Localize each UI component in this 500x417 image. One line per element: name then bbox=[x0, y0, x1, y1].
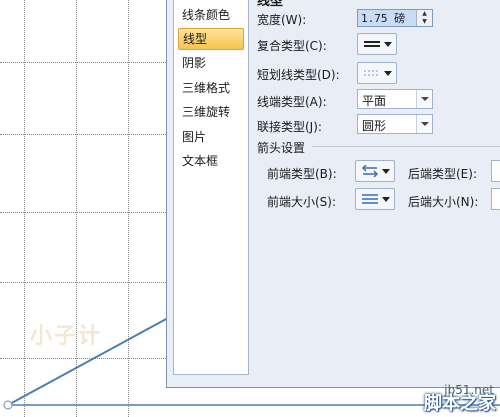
width-spinner[interactable]: ▲ ▼ bbox=[357, 9, 433, 27]
category-nav: 线条颜色 线型 阴影 三维格式 三维旋转 图片 文本框 bbox=[173, 0, 249, 375]
join-type-value: 圆形 bbox=[362, 119, 387, 133]
chevron-down-icon bbox=[384, 71, 392, 76]
begin-type-dropdown[interactable] bbox=[355, 160, 395, 182]
nav-item-picture[interactable]: 图片 bbox=[178, 126, 244, 148]
nav-item-line-style[interactable]: 线型 bbox=[178, 28, 244, 50]
nav-item-3d-rotation[interactable]: 三维旋转 bbox=[178, 101, 244, 123]
dash-line-icon bbox=[364, 70, 380, 76]
nav-item-line-color[interactable]: 线条颜色 bbox=[178, 4, 244, 26]
end-type-dropdown[interactable] bbox=[491, 160, 500, 182]
width-input[interactable] bbox=[358, 10, 416, 26]
chevron-down-icon[interactable] bbox=[416, 115, 432, 133]
dash-type-dropdown[interactable] bbox=[357, 62, 397, 84]
arrow-type-icon bbox=[361, 165, 379, 177]
nav-item-shadow[interactable]: 阴影 bbox=[178, 52, 244, 74]
chevron-down-icon bbox=[384, 42, 392, 47]
section-title: 线型 bbox=[257, 0, 284, 9]
join-type-label: 联接类型(J): bbox=[257, 120, 322, 134]
nav-item-text-box[interactable]: 文本框 bbox=[178, 150, 244, 172]
arrow-size-icon bbox=[362, 194, 378, 204]
spin-buttons: ▲ ▼ bbox=[416, 10, 432, 26]
site-name-watermark: 脚本之家 bbox=[424, 393, 496, 414]
begin-type-label: 前端类型(B): bbox=[267, 167, 337, 181]
chevron-down-icon bbox=[382, 169, 390, 174]
begin-size-dropdown[interactable] bbox=[355, 188, 395, 210]
compound-line-icon bbox=[364, 41, 380, 47]
line-style-panel: 线型 宽度(W): ▲ ▼ 复合类型(C): 短划线类型(D): bbox=[257, 0, 500, 388]
cap-type-label: 线端类型(A): bbox=[257, 95, 327, 109]
end-size-label: 后端大小(N): bbox=[408, 195, 479, 209]
end-type-label: 后端类型(E): bbox=[408, 167, 477, 181]
spin-up-icon[interactable]: ▲ bbox=[417, 10, 432, 18]
compound-type-dropdown[interactable] bbox=[357, 33, 397, 55]
dash-type-label: 短划线类型(D): bbox=[257, 68, 340, 82]
nav-item-3d-format[interactable]: 三维格式 bbox=[178, 77, 244, 99]
compound-type-label: 复合类型(C): bbox=[257, 39, 327, 53]
cap-type-select[interactable]: 平面 bbox=[357, 89, 433, 109]
chevron-down-icon bbox=[382, 197, 390, 202]
shape-handle[interactable] bbox=[3, 400, 13, 410]
arrow-settings-label: 箭头设置 bbox=[257, 141, 306, 155]
begin-size-label: 前端大小(S): bbox=[267, 195, 337, 209]
end-size-dropdown[interactable] bbox=[491, 188, 500, 210]
cap-type-value: 平面 bbox=[362, 94, 387, 108]
format-shape-dialog: 线条颜色 线型 阴影 三维格式 三维旋转 图片 文本框 线型 宽度(W): ▲ … bbox=[166, 0, 500, 388]
join-type-select[interactable]: 圆形 bbox=[357, 114, 433, 134]
group-divider bbox=[312, 146, 500, 147]
spin-down-icon[interactable]: ▼ bbox=[417, 18, 432, 26]
width-label: 宽度(W): bbox=[257, 13, 307, 27]
chevron-down-icon[interactable] bbox=[416, 90, 432, 108]
faint-watermark: 小子计 bbox=[30, 324, 103, 349]
